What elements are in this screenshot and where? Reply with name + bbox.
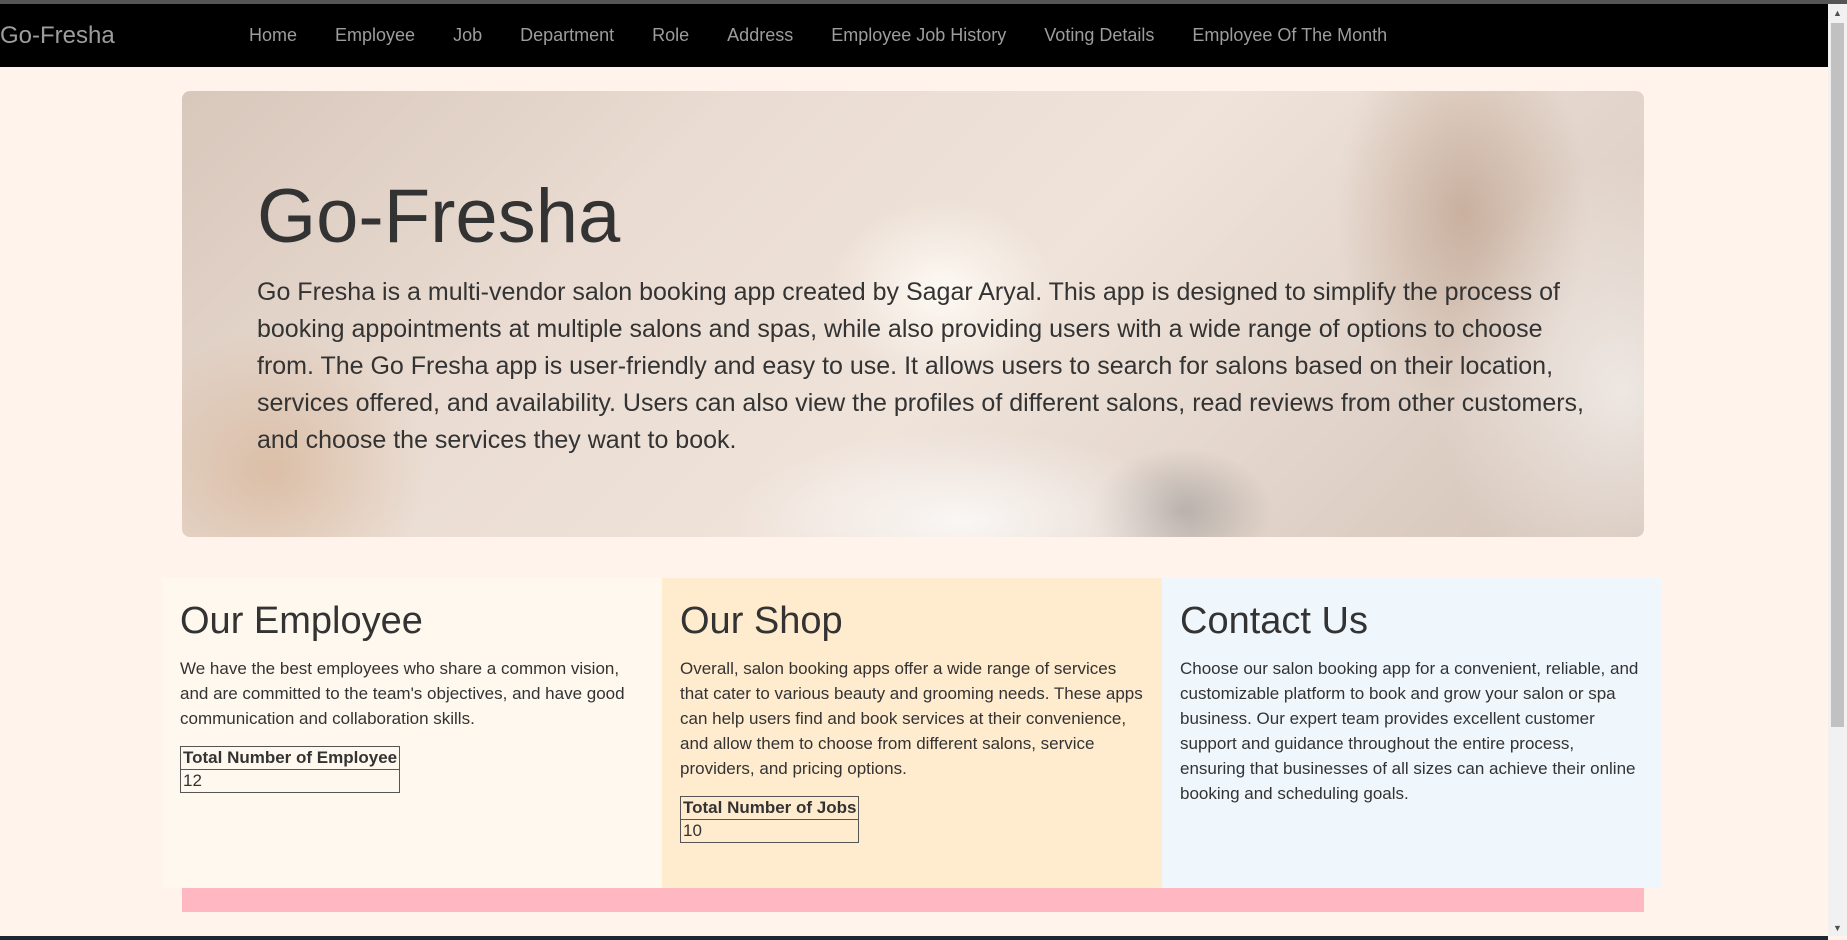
nav-item-job[interactable]: Job bbox=[434, 25, 501, 46]
footer-bar bbox=[182, 888, 1644, 912]
scroll-down-arrow-icon[interactable]: ▼ bbox=[1828, 919, 1847, 936]
jobs-count-table: Total Number of Jobs 10 bbox=[679, 796, 860, 843]
employee-count-header: Total Number of Employee bbox=[179, 746, 401, 770]
navbar: Go-Fresha Home Employee Job Department R… bbox=[0, 4, 1828, 67]
contact-card-text: Choose our salon booking app for a conve… bbox=[1180, 659, 1639, 803]
shop-card: Our Shop Overall, salon booking apps off… bbox=[662, 578, 1162, 888]
navbar-brand[interactable]: Go-Fresha bbox=[0, 22, 115, 50]
employee-count-value: 12 bbox=[179, 769, 401, 793]
shop-card-title: Our Shop bbox=[680, 600, 843, 642]
window-bottom-border bbox=[0, 936, 1828, 940]
hero-description: Go Fresha is a multi-vendor salon bookin… bbox=[257, 278, 1584, 454]
nav-item-role[interactable]: Role bbox=[633, 25, 708, 46]
employee-card-title: Our Employee bbox=[180, 600, 423, 642]
nav-item-home[interactable]: Home bbox=[230, 25, 316, 46]
page-scrollbar[interactable]: ▲ ▼ bbox=[1828, 4, 1847, 936]
nav-item-employee[interactable]: Employee bbox=[316, 25, 434, 46]
nav-item-department[interactable]: Department bbox=[501, 25, 633, 46]
nav-item-employee-of-the-month[interactable]: Employee Of The Month bbox=[1173, 25, 1406, 46]
hero-title: Go-Fresha bbox=[257, 174, 621, 259]
nav-item-employee-job-history[interactable]: Employee Job History bbox=[812, 25, 1025, 46]
scroll-up-arrow-icon[interactable]: ▲ bbox=[1828, 4, 1847, 21]
employee-card: Our Employee We have the best employees … bbox=[162, 578, 662, 888]
jobs-count-header: Total Number of Jobs bbox=[679, 796, 860, 820]
contact-card: Contact Us Choose our salon booking app … bbox=[1162, 578, 1662, 888]
hero-banner: Go-Fresha Go Fresha is a multi-vendor sa… bbox=[182, 91, 1644, 537]
scrollbar-thumb[interactable] bbox=[1831, 23, 1844, 727]
employee-card-text: We have the best employees who share a c… bbox=[180, 659, 625, 728]
shop-card-text: Overall, salon booking apps offer a wide… bbox=[680, 659, 1143, 778]
nav-menu: Home Employee Job Department Role Addres… bbox=[230, 4, 1406, 67]
nav-item-voting-details[interactable]: Voting Details bbox=[1025, 25, 1173, 46]
nav-item-address[interactable]: Address bbox=[708, 25, 812, 46]
contact-card-title: Contact Us bbox=[1180, 600, 1368, 642]
jobs-count-value: 10 bbox=[679, 819, 860, 843]
employee-count-table: Total Number of Employee 12 bbox=[179, 746, 401, 793]
